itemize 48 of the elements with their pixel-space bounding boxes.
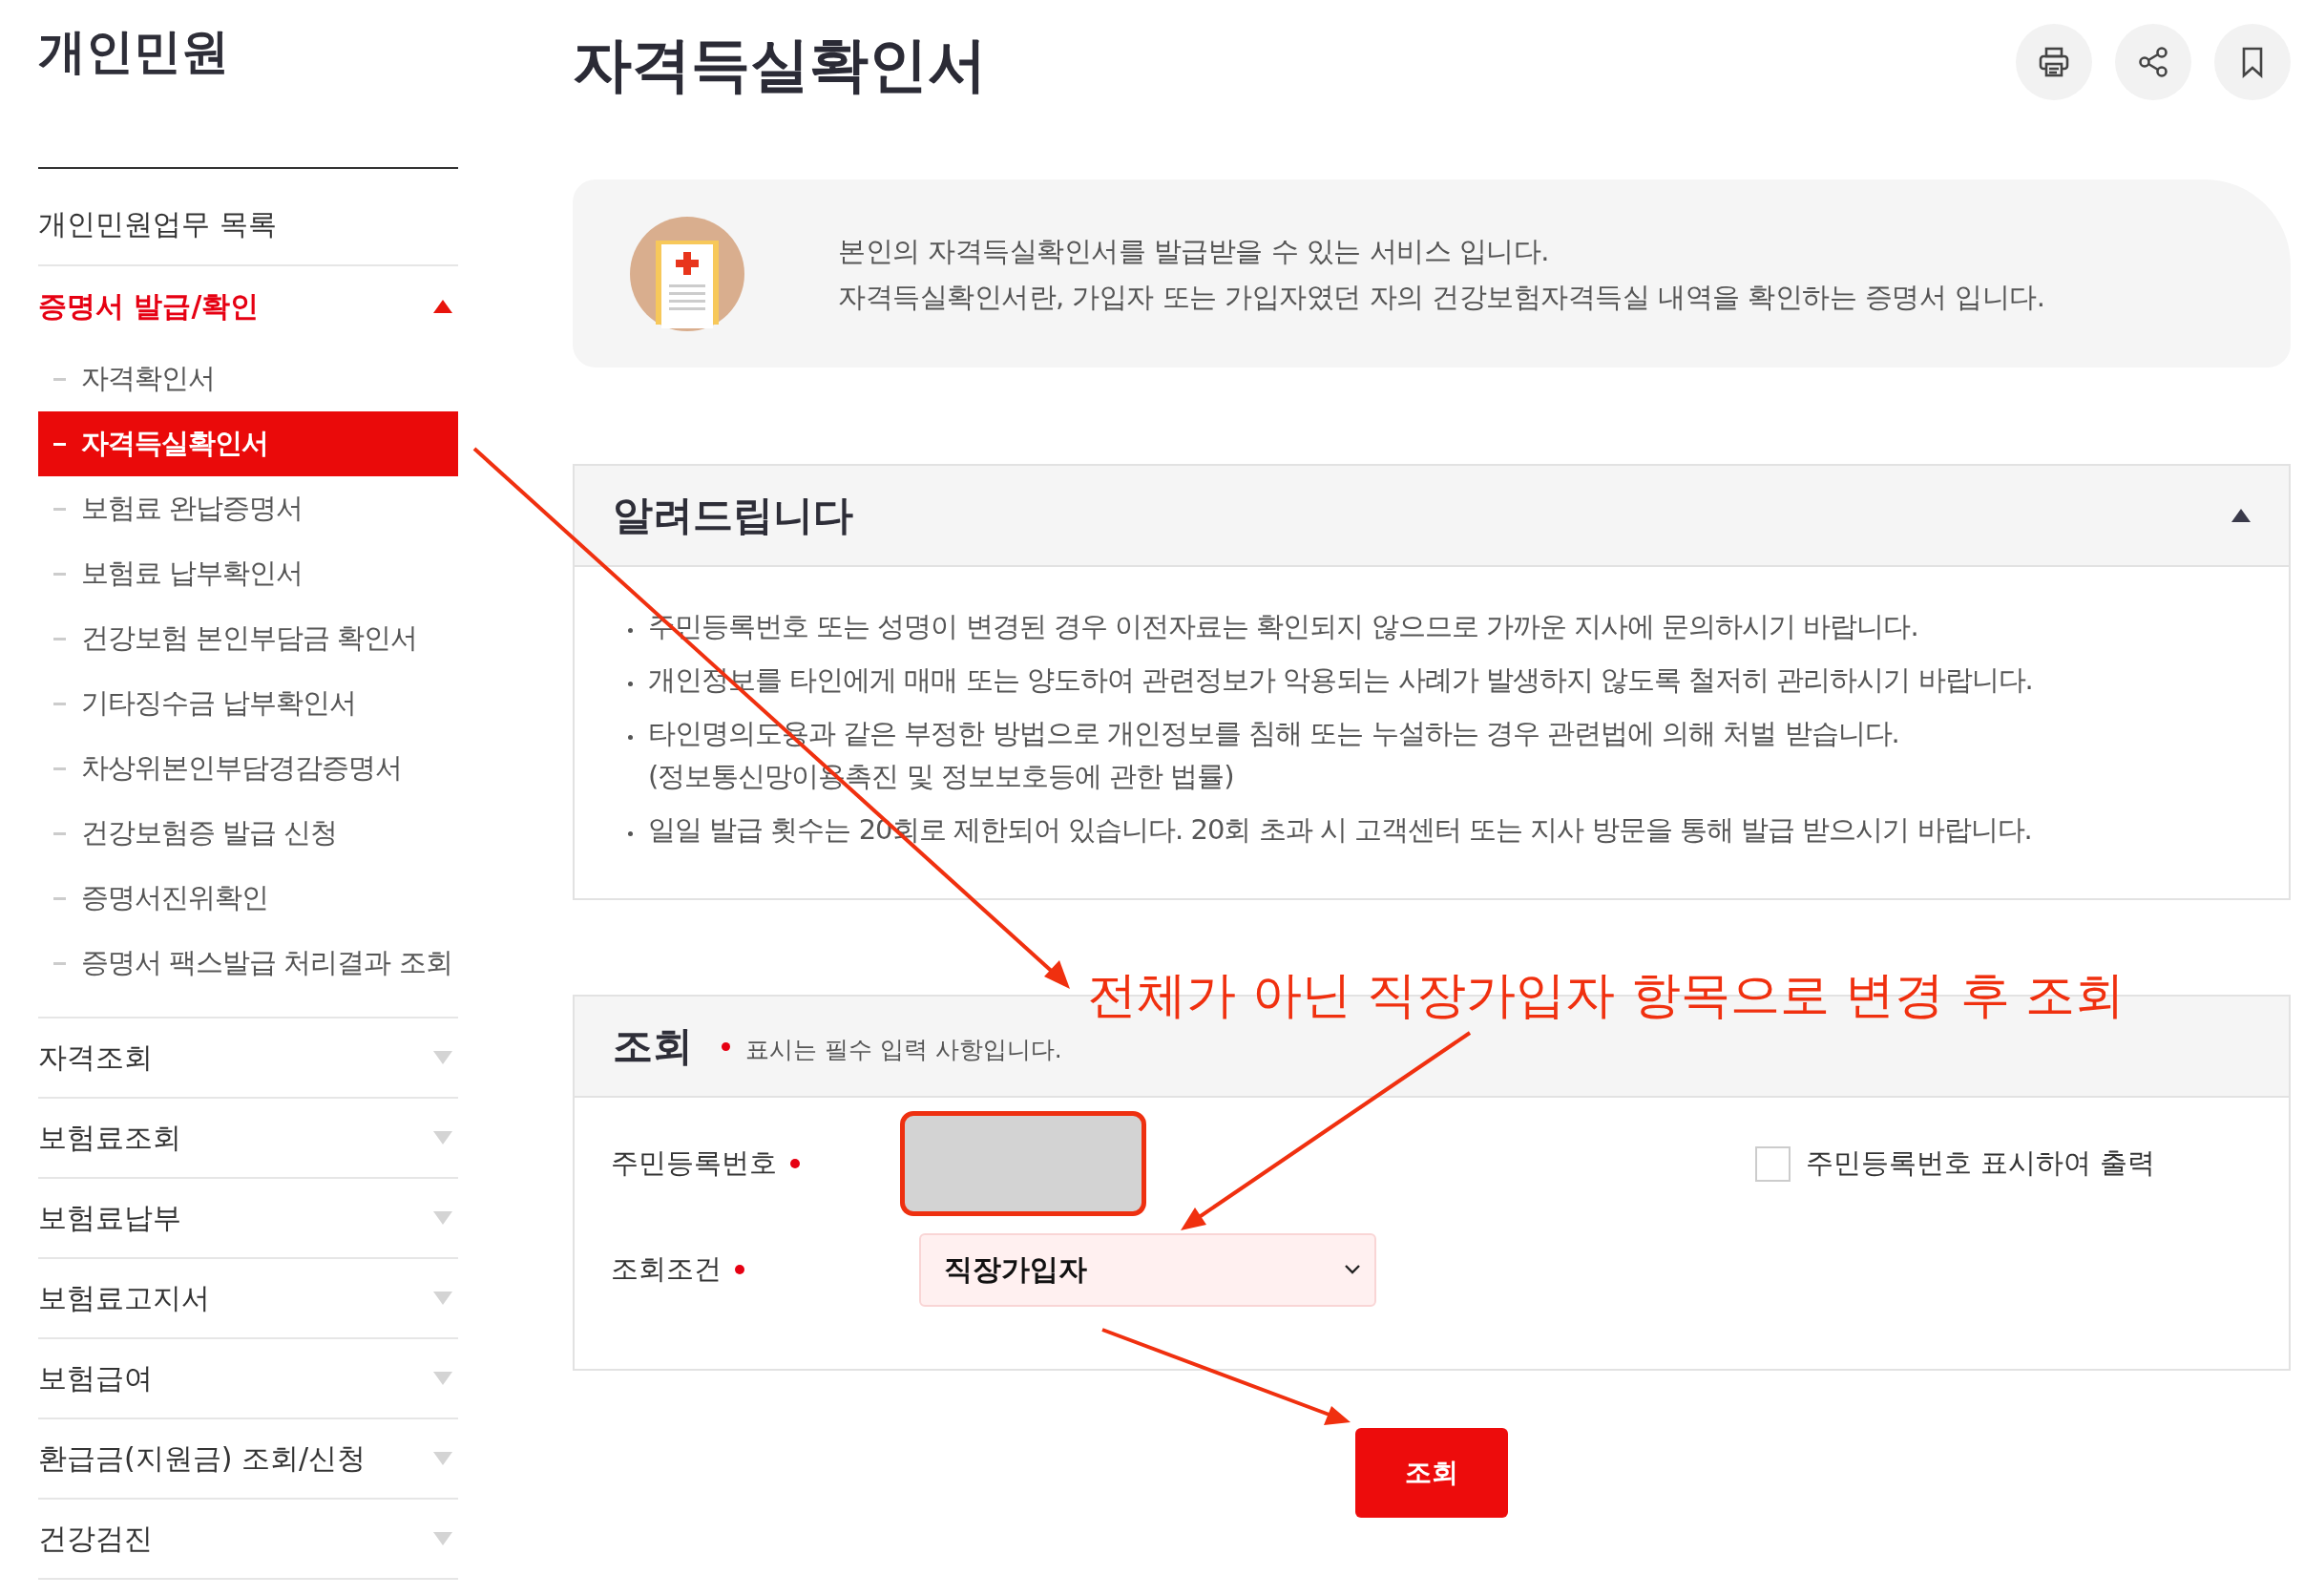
caret-down-icon [433, 1292, 452, 1305]
field-label: 주민등록번호 [611, 1145, 777, 1181]
caret-down-icon [433, 1452, 452, 1465]
sidebar-group[interactable]: 건강검진 [38, 1500, 458, 1578]
caret-down-icon [433, 1372, 452, 1385]
caret-down-icon [433, 1131, 452, 1144]
checkbox-label: 주민등록번호 표시하여 출력 [1805, 1145, 2155, 1181]
sidebar-group[interactable]: 보험급여 [38, 1339, 458, 1418]
intro-text: 본인의 자격득실확인서를 발급받을 수 있는 서비스 입니다. [838, 233, 1551, 269]
sidebar-subitem[interactable]: 자격득실확인서 [38, 411, 458, 476]
sidebar-subitem[interactable]: 차상위본인부담경감증명서 [38, 736, 458, 801]
share-icon [2137, 46, 2169, 78]
input-field[interactable] [900, 1111, 1146, 1216]
sidebar-subitem[interactable]: 증명서 팩스발급 처리결과 조회 [38, 931, 458, 996]
caret-down-icon [433, 1211, 452, 1225]
chevron-down-icon [1344, 1264, 1361, 1275]
search-button[interactable]: 조회 [1354, 1428, 1508, 1518]
intro-text: 자격득실확인서란, 가입자 또는 가입자였던 자의 건강보험자격득실 내역을 확인하는 증명서 입니다. [838, 279, 2045, 315]
sidebar-group[interactable]: 보험료고지서 [38, 1259, 458, 1337]
required-dot [722, 1041, 730, 1051]
sidebar-subitem[interactable]: 기타징수금 납부확인서 [38, 671, 458, 736]
select-field[interactable]: 직장가입자 [919, 1232, 1376, 1307]
annotation-text: 전체가 아닌 직장가입자 항목으로 변경 후 조회 [1087, 965, 2126, 1025]
sidebar-group[interactable]: 자격조회 [38, 1018, 458, 1097]
sidebar-subitem[interactable]: 증명서진위확인 [38, 866, 458, 931]
caret-down-icon [433, 1051, 452, 1064]
sidebar-subitem[interactable]: 건강보험 본인부담금 확인서 [38, 606, 458, 671]
required-note: 표시는 필수 입력 사항입니다. [745, 1034, 1062, 1065]
field-label: 조회조건 [611, 1251, 722, 1287]
sidebar-subitem[interactable]: 보험료 납부확인서 [38, 541, 458, 606]
caret-down-icon [433, 1532, 452, 1545]
sidebar-title: 개인민원 [38, 23, 230, 81]
sidebar-group[interactable]: 보험료납부 [38, 1179, 458, 1257]
sidebar-subitem[interactable]: 자격확인서 [38, 346, 458, 411]
caret-up-icon [433, 300, 452, 313]
notice-header[interactable]: 알려드립니다 [575, 466, 2289, 567]
sidebar-group[interactable]: 보험료조회 [38, 1099, 458, 1177]
sidebar-item[interactable]: 개인민원업무 목록 [38, 169, 458, 266]
page-title: 자격득실확인서 [573, 29, 987, 101]
document-icon [629, 215, 745, 332]
sidebar-subitem[interactable]: 건강보험증 발급 신청 [38, 801, 458, 866]
sidebar-group[interactable]: 환급금(지원금) 조회/신청 [38, 1419, 458, 1498]
sidebar-group[interactable]: 증명서 발급/확인 [38, 266, 458, 346]
printer-icon [2038, 46, 2070, 78]
caret-up-icon [2231, 509, 2251, 522]
sidebar-subitem[interactable]: 보험료 완납증명서 [38, 476, 458, 541]
checkbox[interactable] [1754, 1145, 1791, 1182]
search-title: 조회 [613, 1021, 693, 1071]
